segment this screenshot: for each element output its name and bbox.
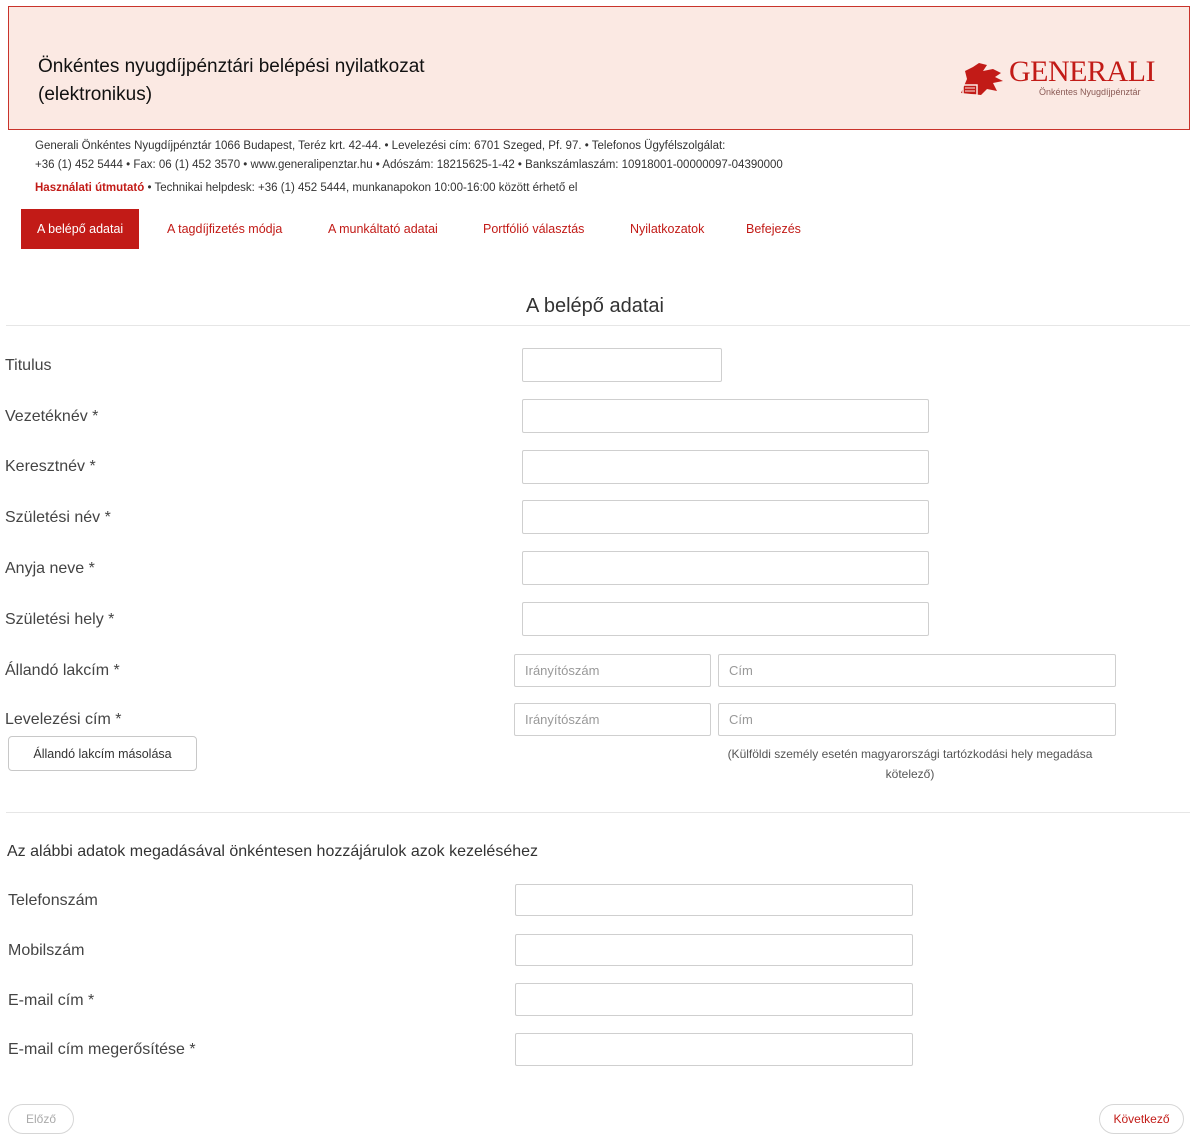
allando-address-input[interactable] — [718, 654, 1116, 687]
consent-text: Az alábbi adatok megadásával önkéntesen … — [7, 843, 539, 860]
logo-subtitle: Önkéntes Nyugdíjpénztár — [1039, 87, 1141, 97]
section-title: A belépő adatai — [526, 295, 664, 317]
contact-line-2: +36 (1) 452 5444 • Fax: 06 (1) 452 3570 … — [35, 159, 783, 171]
tab-munkaltato[interactable]: A munkáltató adatai — [328, 209, 438, 249]
telefon-input[interactable] — [515, 884, 913, 916]
email-confirm-label: E-mail cím megerősítése * — [8, 1041, 196, 1058]
helpdesk-text: • Technikai helpdesk: +36 (1) 452 5444, … — [144, 182, 578, 194]
allando-zip-input[interactable] — [514, 654, 711, 687]
vezeteknev-label: Vezetéknév * — [5, 408, 99, 425]
anyja-neve-label: Anyja neve * — [5, 560, 95, 577]
section-divider — [6, 325, 1190, 326]
mobil-input[interactable] — [515, 934, 913, 966]
tab-portfolio[interactable]: Portfólió választás — [483, 209, 584, 249]
levelezesi-cim-label: Levelezési cím * — [5, 711, 122, 728]
generali-logo: GENERALI Önkéntes Nyugdíjpénztár — [957, 55, 1187, 103]
helpdesk-line: Használati útmutató • Technikai helpdesk… — [35, 179, 1175, 198]
email-confirm-input[interactable] — [515, 1033, 913, 1066]
email-input[interactable] — [515, 983, 913, 1016]
copy-address-button[interactable]: Állandó lakcím másolása — [8, 736, 197, 771]
anyja-neve-input[interactable] — [522, 551, 929, 585]
page-title: Önkéntes nyugdíjpénztári belépési nyilat… — [38, 56, 425, 105]
tab-tagdijfizetes[interactable]: A tagdíjfizetés módja — [167, 209, 282, 249]
szuletesi-nev-input[interactable] — [522, 500, 929, 534]
tab-belepo-adatai[interactable]: A belépő adatai — [21, 209, 140, 249]
tab-befejezes[interactable]: Befejezés — [746, 209, 801, 249]
szuletesi-hely-label: Születési hely * — [5, 611, 115, 628]
allando-lakcim-label: Állandó lakcím * — [5, 662, 120, 679]
user-guide-link[interactable]: Használati útmutató — [35, 182, 144, 194]
levelezesi-address-input[interactable] — [718, 703, 1116, 736]
contact-line-1: Generali Önkéntes Nyugdíjpénztár 1066 Bu… — [35, 140, 726, 152]
contact-info: Generali Önkéntes Nyugdíjpénztár 1066 Bu… — [35, 137, 1175, 198]
consent-divider — [6, 812, 1190, 813]
titulus-label: Titulus — [5, 357, 52, 374]
page-header: Önkéntes nyugdíjpénztári belépési nyilat… — [8, 6, 1190, 130]
levelezesi-zip-input[interactable] — [514, 703, 711, 736]
titulus-input[interactable] — [522, 348, 722, 382]
szuletesi-hely-input[interactable] — [522, 602, 929, 636]
tab-nyilatkozatok[interactable]: Nyilatkozatok — [630, 209, 704, 249]
logo-wordmark: GENERALI — [1009, 55, 1155, 88]
vezeteknev-input[interactable] — [522, 399, 929, 433]
lion-icon — [961, 63, 1003, 96]
szuletesi-nev-label: Születési név * — [5, 509, 111, 526]
mobil-label: Mobilszám — [8, 942, 85, 959]
telefon-label: Telefonszám — [8, 892, 98, 909]
keresztnev-label: Keresztnév * — [5, 458, 96, 475]
foreign-resident-note: (Külföldi személy esetén magyarországi t… — [727, 747, 1093, 781]
keresztnev-input[interactable] — [522, 450, 929, 484]
email-label: E-mail cím * — [8, 992, 95, 1009]
